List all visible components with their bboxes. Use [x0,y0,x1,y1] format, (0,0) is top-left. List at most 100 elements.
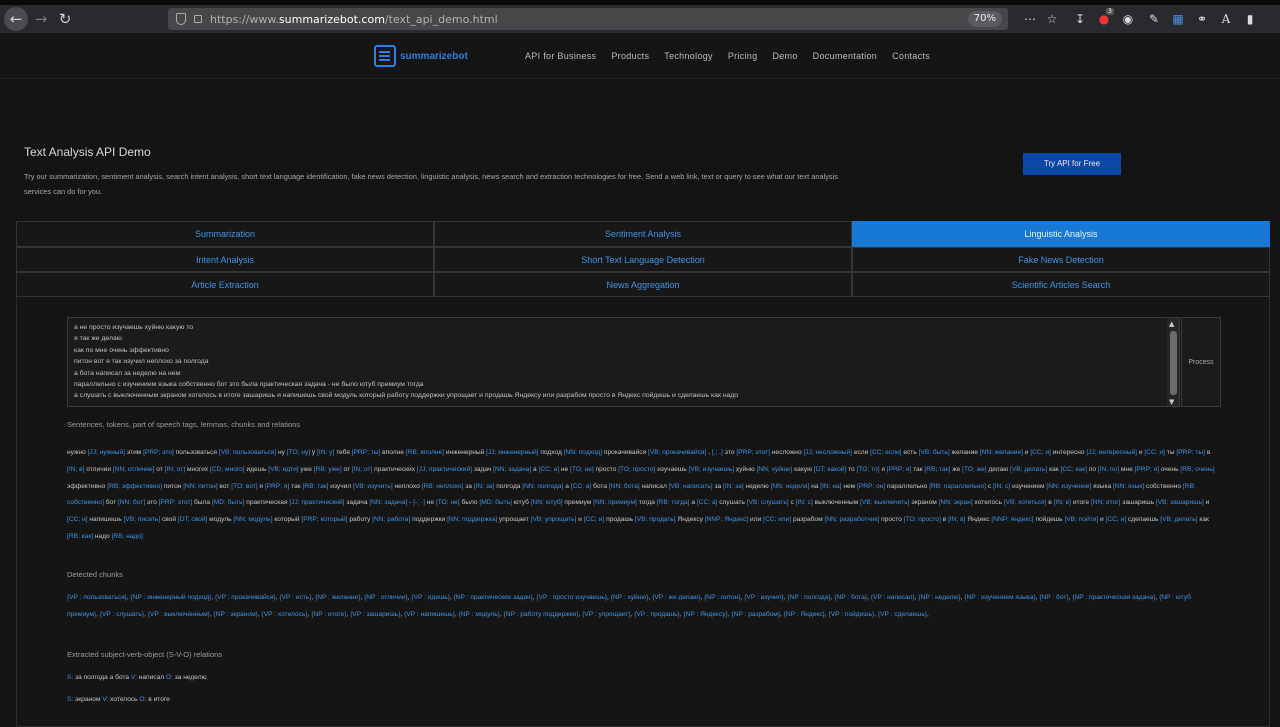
pos-tag: {VP : просто изучаешь} [536,594,608,601]
url-host: summarizebot.com [278,12,385,26]
tab-intent-analysis[interactable]: Intent Analysis [16,247,434,272]
pos-tag: {NP : практическая задача} [1072,594,1156,601]
textarea-scrollbar[interactable]: ▲ ▼ [1167,318,1179,406]
scroll-up-icon[interactable]: ▲ [1169,320,1174,328]
nav-products[interactable]: Products [611,51,649,61]
download-icon[interactable]: ↧ [1072,11,1088,27]
pos-tag: [IN; с] [795,499,813,507]
sentences-heading: Sentences, tokens, part of speech tags, … [67,420,301,429]
svo-role-label: S: [67,674,76,681]
tab-summarization[interactable]: Summarization [16,221,434,247]
reader-extension-icon[interactable]: ▮ [1242,11,1258,27]
pos-tag: [IN; с] [992,482,1011,490]
svo-row: S: экраном V: хотелось O: в итоге [67,692,1217,709]
nav-technology[interactable]: Technology [664,51,713,61]
pos-tag: [CC; и] [67,516,88,524]
zoom-indicator[interactable]: 70% [967,11,1002,27]
pos-tag: [VB; идти] [268,465,299,473]
pos-tag: [-; -] [413,499,425,507]
tab-scientific-articles-search[interactable]: Scientific Articles Search [852,272,1270,297]
pos-tag: [IN; на] [820,482,842,490]
scroll-thumb[interactable] [1170,331,1177,395]
address-bar[interactable]: https://www.summarizebot.com/text_api_de… [168,8,1008,30]
glasses-extension-icon[interactable]: ⚭ [1194,11,1210,27]
pos-tag: {NP : работу поддержки} [503,610,579,618]
pos-tag: [VB; написать] [668,482,713,490]
process-button[interactable]: Process [1181,317,1221,407]
tab-fake-news-detection[interactable]: Fake News Detection [852,247,1270,272]
demo-tabs: Summarization Sentiment Analysis Linguis… [16,221,1270,297]
pos-tag: {VP : упрощает} [582,610,631,618]
pos-tag: {NP : Яндекс} [783,610,825,618]
tab-article-extraction[interactable]: Article Extraction [16,272,434,297]
nav-contacts[interactable]: Contacts [892,51,930,61]
tab-sentiment-analysis[interactable]: Sentiment Analysis [434,221,852,247]
pos-tag: [CC; и] [1144,449,1165,456]
bookmark-star-icon[interactable]: ☆ [1044,11,1060,27]
pos-tag: [NN; итог] [1090,499,1121,507]
tab-linguistic-analysis[interactable]: Linguistic Analysis [852,221,1270,247]
pos-tag: [VB; быть] [918,449,950,456]
pos-tag: [IN; в] [948,516,966,524]
pos-tag: [NN; задача] [369,499,408,507]
nav-demo[interactable]: Demo [772,51,797,61]
nav-pricing[interactable]: Pricing [728,51,758,61]
pos-tag: [VB; изучаешь] [688,465,735,473]
pos-tag: [JJ; инженерный] [486,449,539,456]
svo-role-label: O: [137,695,149,703]
pos-tag: {NP : питон} [704,594,741,601]
chunks-output: {VP : пользоваться}, {NP : инженерный по… [67,594,1191,618]
url-prefix: https://www. [210,12,279,26]
svo-role-label: S: [67,695,76,703]
pos-tag: {VP : прокачивайся} [214,594,276,601]
pos-tag: {NP : желание} [315,594,361,601]
pos-tag: [VB; хотеться] [1003,499,1047,507]
nav-documentation[interactable]: Documentation [813,51,877,61]
translate-extension-icon[interactable]: ▦ [1170,11,1186,27]
text-input[interactable]: а не просто изучаешь хуйню какую то я та… [67,317,1180,407]
pos-tag: [NN; модуль] [233,516,273,524]
pos-tag: [NN; работа] [372,516,411,524]
pos-tag: [RB; эффективно] [107,482,163,490]
input-line: а слушать с выключенным экраном хотелось… [74,392,739,400]
pos-tag: [NN; желание] [979,449,1023,456]
globe-extension-icon[interactable]: ◉ [1120,11,1136,27]
scroll-down-icon[interactable]: ▼ [1169,398,1174,406]
pos-tag: [CC; а] [570,482,592,490]
pos-tag: [NN; разработчик] [824,516,880,524]
pos-tag: [IN; от] [164,465,186,473]
forward-arrow-icon[interactable]: → [29,7,53,31]
tab-news-aggregation[interactable]: News Aggregation [434,272,852,297]
font-extension-icon[interactable]: A [1218,11,1234,27]
pos-tag: {NP : хуйню} [610,594,649,601]
pos-tag: [JJ; нужный] [87,449,125,456]
back-arrow-icon[interactable]: ← [4,7,28,31]
svo-role-label: V: [129,674,139,681]
pos-tag: [IN; в] [67,465,85,473]
pos-tag: [TO; вот] [231,482,258,490]
pos-tag: [TO; ну] [286,449,311,456]
tab-short-text-language-detection[interactable]: Short Text Language Detection [434,247,852,272]
svo-value: за неделю [174,674,207,681]
try-api-button[interactable]: Try API for Free [1023,153,1121,175]
nav-api-for-business[interactable]: API for Business [525,51,596,61]
lock-icon[interactable] [194,15,202,23]
svo-value: написал [138,674,165,681]
pos-tag: [CC; как] [1060,465,1087,473]
pos-tag: [,; ,] [711,449,723,456]
svo-role-label: O: [164,674,175,681]
pen-extension-icon[interactable]: ✎ [1146,11,1162,27]
pos-tag: [TO; просто] [903,516,941,524]
page-actions-icon[interactable]: ⋯ [1022,11,1038,27]
pos-tag: [NN; подход] [563,449,603,456]
pos-tag: [NN; бота] [608,482,640,490]
pos-tag: [VB; писать] [123,516,161,524]
pos-tag: {NP : разрабом} [731,610,781,618]
pos-tag: {NP : Яндексу} [683,610,728,618]
site-logo[interactable]: summarizebot [374,45,468,67]
tracking-shield-icon[interactable] [176,13,186,25]
pos-tag: [TO; же] [962,465,987,473]
pos-tag: [CC; а] [696,499,718,507]
pos-tag: {NP : бота} [834,594,868,601]
reload-icon[interactable]: ↻ [53,7,77,31]
